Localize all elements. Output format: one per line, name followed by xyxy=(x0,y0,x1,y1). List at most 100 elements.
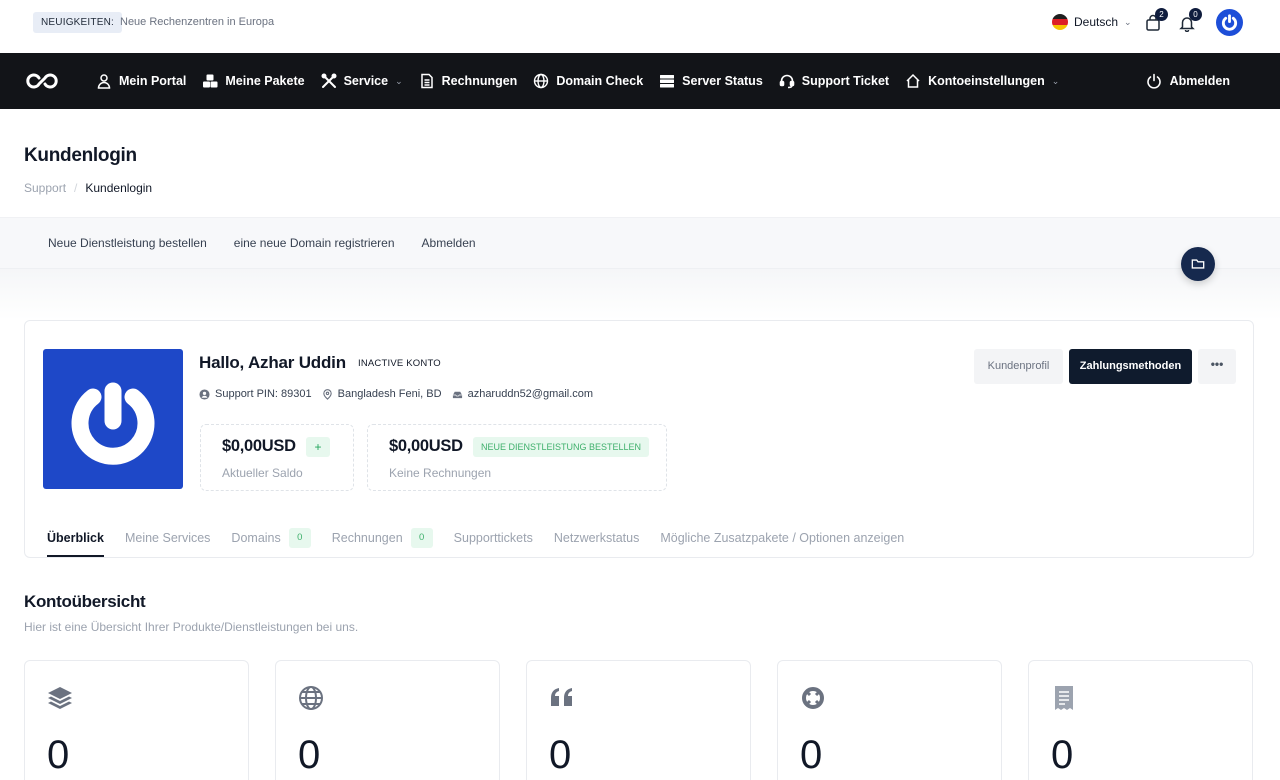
overview-card-services[interactable]: 0 xyxy=(24,660,249,780)
tab-label: Supporttickets xyxy=(453,531,533,545)
nav-label: Mein Portal xyxy=(119,74,187,88)
overview-card-domains[interactable]: 0 xyxy=(275,660,500,780)
order-service-tag[interactable]: NEUE DIENSTLEISTUNG BESTELLEN xyxy=(473,437,650,457)
logout-label: Abmelden xyxy=(1169,74,1230,88)
folder-fab-button[interactable] xyxy=(1181,247,1215,281)
email-text: azharuddn52@gmail.com xyxy=(467,388,594,400)
nav-item-meine-pakete[interactable]: Meine Pakete xyxy=(202,73,305,89)
tab-label: Rechnungen xyxy=(331,531,403,545)
subnav-logout-link[interactable]: Abmelden xyxy=(422,236,476,250)
payment-methods-button[interactable]: Zahlungsmethoden xyxy=(1069,349,1192,384)
overview-card-tickets[interactable]: 0 xyxy=(777,660,1002,780)
logout-button[interactable]: Abmelden xyxy=(1146,53,1230,109)
language-label: Deutsch xyxy=(1074,15,1119,29)
location: Bangladesh Feni, BD xyxy=(322,388,442,400)
nav-label: Support Ticket xyxy=(801,74,890,88)
german-flag-icon xyxy=(1052,14,1068,30)
support-pin-text: Support PIN: 89301 xyxy=(215,388,312,400)
receipt-icon xyxy=(1055,686,1073,710)
tools-icon xyxy=(321,73,337,88)
add-funds-button[interactable]: + xyxy=(306,437,330,457)
balance-box: $0,00USD + Aktueller Saldo xyxy=(200,424,354,491)
overview-card-invoices[interactable]: 0 xyxy=(1028,660,1253,780)
tab-addons[interactable]: Mögliche Zusatzpakete / Optionen anzeige… xyxy=(660,527,904,549)
notifications-button[interactable]: 0 xyxy=(1178,8,1202,33)
profile-tabs: Überblick Meine Services Domains 0 Rechnu… xyxy=(47,527,904,557)
nav-item-mein-portal[interactable]: Mein Portal xyxy=(96,73,186,89)
nav-item-server-status[interactable]: Server Status xyxy=(659,73,763,89)
invoice-amount: $0,00USD xyxy=(389,437,463,455)
folder-icon xyxy=(1191,259,1205,269)
customer-profile-button[interactable]: Kundenprofil xyxy=(974,349,1063,384)
news-bar: NEUIGKEITEN: Neue Rechenzentren in Europ… xyxy=(0,0,1280,53)
invoices-count-badge: 0 xyxy=(410,528,433,548)
domains-count-badge: 0 xyxy=(288,528,311,548)
user-icon xyxy=(97,74,111,89)
brand-logo-icon[interactable] xyxy=(26,70,58,92)
order-service-link[interactable]: Neue Dienstleistung bestellen xyxy=(48,236,207,250)
user-avatar-button[interactable] xyxy=(1216,9,1243,36)
nav-item-service[interactable]: Service ⌄ xyxy=(321,73,403,89)
boxes-icon xyxy=(203,74,218,88)
more-options-button[interactable]: ••• xyxy=(1198,349,1236,384)
overview-title: Kontoübersicht xyxy=(24,592,146,611)
power-logo-icon xyxy=(71,382,155,465)
balance-amount: $0,00USD xyxy=(222,437,296,455)
register-domain-link[interactable]: eine neue Domain registrieren xyxy=(234,236,395,250)
map-pin-icon xyxy=(322,388,332,400)
overview-count: 0 xyxy=(1051,733,1074,777)
chevron-down-icon: ⌄ xyxy=(1051,75,1060,86)
cart-count-badge: 2 xyxy=(1155,8,1168,21)
nav-item-rechnungen[interactable]: Rechnungen xyxy=(419,73,518,89)
support-pin: Support PIN: 89301 xyxy=(199,388,312,400)
tab-my-services[interactable]: Meine Services xyxy=(125,527,210,549)
overview-subtitle: Hier ist eine Übersicht Ihrer Produkte/D… xyxy=(24,620,359,634)
user-circle-icon xyxy=(199,388,210,400)
chevron-down-icon: ⌄ xyxy=(1124,16,1132,27)
nav-label: Rechnungen xyxy=(441,74,518,88)
nav-item-domain-check[interactable]: Domain Check xyxy=(533,73,643,89)
tab-label: Domains xyxy=(231,531,281,545)
breadcrumb-support-link[interactable]: Support xyxy=(24,181,66,195)
main-navigation: Mein Portal Meine Pakete Service ⌄ Rechn… xyxy=(0,53,1280,109)
news-badge: NEUIGKEITEN: xyxy=(33,12,122,33)
profile-card: Hallo, Azhar Uddin INACTIVE KONTO Suppor… xyxy=(24,320,1254,558)
tab-overview[interactable]: Überblick xyxy=(47,527,104,557)
balance-label: Aktueller Saldo xyxy=(222,466,303,480)
overview-card-quotes[interactable]: 0 xyxy=(526,660,751,780)
profile-meta: Support PIN: 89301 Bangladesh Feni, BD a… xyxy=(199,388,593,400)
breadcrumb: Support / Kundenlogin xyxy=(24,181,152,195)
power-logo-icon xyxy=(1221,14,1238,31)
cart-button[interactable]: 2 xyxy=(1144,8,1168,32)
tab-label: Mögliche Zusatzpakete / Optionen anzeige… xyxy=(660,531,905,545)
nav-label: Server Status xyxy=(682,74,763,88)
news-ticker-text[interactable]: Neue Rechenzentren in Europa xyxy=(120,16,274,28)
nav-label: Domain Check xyxy=(556,74,644,88)
nav-label: Service xyxy=(343,74,389,88)
email: azharuddn52@gmail.com xyxy=(452,388,594,400)
nav-items: Mein Portal Meine Pakete Service ⌄ Rechn… xyxy=(96,53,1059,109)
page-header: Kundenlogin Support / Kundenlogin xyxy=(0,109,1280,217)
overview-count: 0 xyxy=(800,733,823,777)
section-spacer xyxy=(0,269,1280,320)
home-icon xyxy=(906,73,920,88)
headset-icon xyxy=(779,74,795,89)
language-selector[interactable]: Deutsch ⌄ xyxy=(1052,14,1132,30)
tab-invoices[interactable]: Rechnungen 0 xyxy=(332,527,433,549)
tab-domains[interactable]: Domains 0 xyxy=(231,527,311,549)
power-icon xyxy=(1146,73,1161,89)
document-icon xyxy=(420,73,433,89)
mail-icon xyxy=(452,391,462,398)
nav-item-kontoeinstellungen[interactable]: Kontoeinstellungen ⌄ xyxy=(905,73,1059,89)
lifebuoy-icon xyxy=(802,687,824,709)
overview-count: 0 xyxy=(549,733,572,777)
tab-support-tickets[interactable]: Supporttickets xyxy=(454,527,533,549)
breadcrumb-separator: / xyxy=(74,181,78,195)
tab-label: Meine Services xyxy=(124,531,211,545)
invoice-label: Keine Rechnungen xyxy=(389,466,492,480)
chevron-down-icon: ⌄ xyxy=(395,75,403,86)
globe-icon xyxy=(299,686,323,710)
nav-item-support-ticket[interactable]: Support Ticket xyxy=(779,73,889,89)
globe-icon xyxy=(534,73,549,89)
tab-network-status[interactable]: Netzwerkstatus xyxy=(554,527,639,549)
